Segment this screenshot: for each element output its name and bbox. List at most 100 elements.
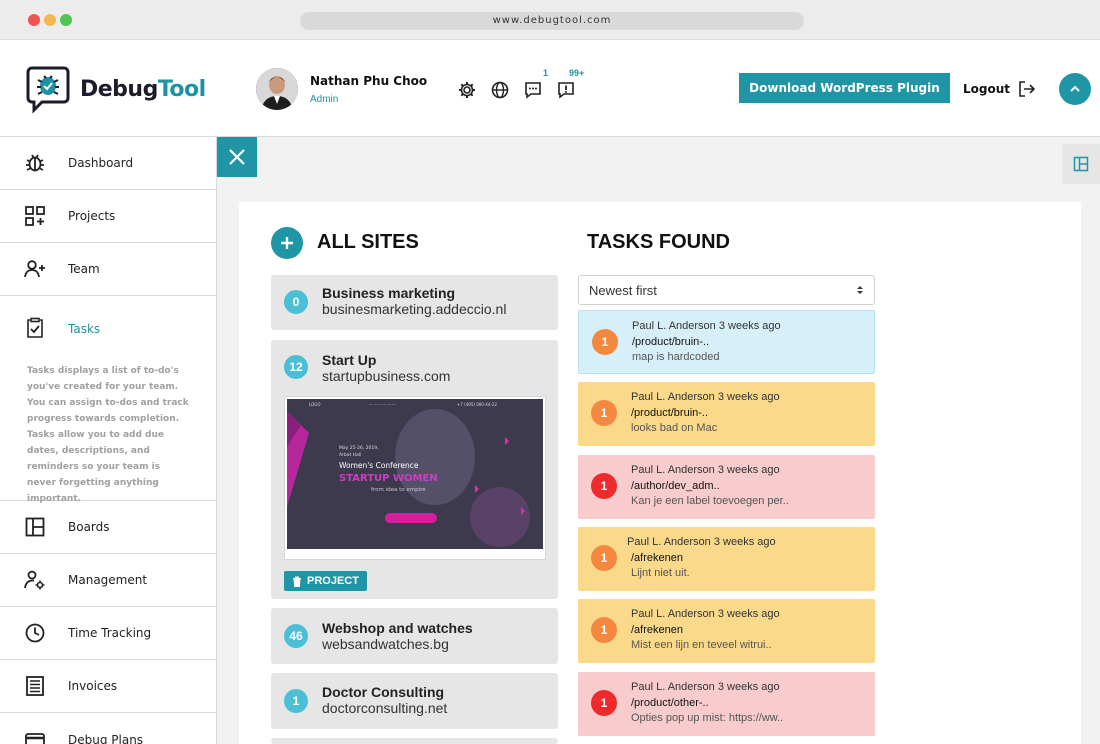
site-task-count: 12	[284, 355, 308, 379]
board-layout-icon	[25, 517, 45, 537]
brand-name: DebugTool	[80, 76, 206, 102]
window-minimize-dot[interactable]	[44, 14, 56, 26]
svg-text:+7 (495) 000-44-22: +7 (495) 000-44-22	[457, 402, 497, 407]
sort-select[interactable]: Newest first	[578, 275, 875, 305]
task-meta: Paul L. Anderson 3 weeks ago	[631, 464, 780, 476]
task-meta: Paul L. Anderson 3 weeks ago	[631, 608, 780, 620]
site-card[interactable]: 1 Doctor Consulting doctorconsulting.net	[271, 673, 558, 729]
browser-chrome: www.debugtool.com	[0, 0, 1100, 40]
task-card[interactable]: 1 Paul L. Anderson 3 weeks ago /product/…	[578, 672, 875, 736]
task-card[interactable]: 1 Paul L. Anderson 3 weeks ago /author/d…	[578, 455, 875, 519]
site-url: websandwatches.bg	[322, 636, 449, 652]
sidebar-item-time-tracking[interactable]: Time Tracking	[0, 607, 216, 660]
debugtool-logo-icon	[26, 66, 70, 114]
user-gear-icon	[24, 570, 45, 590]
task-path: /product/bruin-..	[632, 336, 710, 348]
sidebar-item-invoices[interactable]: Invoices	[0, 660, 216, 713]
svg-text:May 25-26, 2019,: May 25-26, 2019,	[339, 445, 379, 451]
globe-icon[interactable]	[490, 80, 510, 100]
site-task-count: 0	[284, 290, 308, 314]
close-icon	[229, 149, 245, 165]
close-panel-button[interactable]	[217, 137, 257, 177]
site-name: Business marketing	[322, 285, 456, 301]
sidebar-item-debug-plans[interactable]: Debug Plans	[0, 713, 216, 744]
task-card[interactable]: 1 Paul L. Anderson 3 weeks ago /afrekene…	[578, 599, 875, 663]
svg-text:── ── ── ── ── ──: ── ── ── ── ── ──	[368, 403, 396, 407]
site-card[interactable]: 0 Business marketing businesmarketing.ad…	[271, 275, 558, 330]
sidebar-item-management[interactable]: Management	[0, 554, 216, 607]
add-site-button[interactable]	[271, 227, 303, 259]
logout-button[interactable]: Logout	[963, 81, 1036, 97]
task-number-badge: 1	[591, 473, 617, 499]
task-meta: Paul L. Anderson 3 weeks ago	[631, 681, 780, 693]
task-number-badge: 1	[591, 545, 617, 571]
card-icon	[25, 733, 45, 744]
sidebar: Dashboard Projects Team Tasks Tasks disp…	[0, 137, 217, 744]
task-description: Lijnt niet uit.	[631, 567, 690, 579]
window-maximize-dot[interactable]	[60, 14, 72, 26]
site-task-count: 1	[284, 689, 308, 713]
task-path: /product/other-..	[631, 697, 709, 709]
task-description: Opties pop up mist: https://ww..	[631, 712, 784, 724]
layout-toggle-button[interactable]	[1062, 144, 1100, 184]
chat-badge: 1	[543, 68, 549, 78]
site-preview-image[interactable]: LOGO ── ── ── ── ── ── +7 (495) 000-44-2…	[284, 396, 546, 560]
site-name: Webshop and watches	[322, 620, 473, 636]
task-number-badge: 1	[591, 617, 617, 643]
task-card[interactable]: 1 Paul L. Anderson 3 weeks ago /product/…	[578, 382, 875, 446]
notification-icon[interactable]	[556, 80, 576, 100]
brand-logo[interactable]: DebugTool	[26, 64, 206, 114]
app-header: DebugTool Nathan Phu Choo Admin 1 99+ Do…	[0, 40, 1100, 137]
scroll-up-button[interactable]	[1059, 73, 1091, 105]
invoice-icon	[26, 676, 44, 696]
site-card[interactable]: 46 Webshop and watches websandwatches.bg	[271, 608, 558, 664]
task-card[interactable]: 1 Paul L. Anderson 3 weeks ago /product/…	[578, 310, 875, 374]
add-user-icon	[24, 260, 45, 278]
task-card[interactable]: 1 Paul L. Anderson 3 weeks ago /afrekene…	[578, 527, 875, 591]
site-name: Doctor Consulting	[322, 684, 445, 700]
gear-icon[interactable]	[457, 80, 477, 100]
task-description: Kan je een label toevoegen per..	[631, 495, 789, 507]
sidebar-item-team[interactable]: Team	[0, 243, 216, 296]
task-meta: Paul L. Anderson 3 weeks ago	[627, 536, 776, 548]
task-path: /author/dev_adm..	[631, 480, 720, 492]
svg-text:Arbat Hall: Arbat Hall	[339, 452, 361, 458]
task-description: map is hardcoded	[632, 351, 720, 363]
project-tag-button[interactable]: PROJECT	[284, 571, 367, 591]
trash-icon	[293, 576, 301, 587]
layout-icon	[1073, 156, 1089, 172]
download-plugin-button[interactable]: Download WordPress Plugin	[739, 73, 950, 103]
user-role: Admin	[310, 93, 339, 105]
task-description: Mist een lijn en teveel witrui..	[631, 639, 772, 651]
tasks-found-title: TASKS FOUND	[587, 231, 730, 253]
logout-icon	[1019, 81, 1036, 97]
site-url: startupbusiness.com	[322, 368, 451, 384]
sidebar-item-dashboard[interactable]: Dashboard	[0, 137, 216, 190]
tasks-description: Tasks displays a list of to-do's you've …	[27, 366, 189, 504]
address-bar[interactable]: www.debugtool.com	[300, 12, 804, 30]
site-card[interactable]	[271, 738, 558, 744]
sidebar-item-boards[interactable]: Boards	[0, 501, 216, 554]
svg-text:LOGO: LOGO	[309, 402, 320, 407]
window-close-dot[interactable]	[28, 14, 40, 26]
site-url: businesmarketing.addeccio.nl	[322, 301, 507, 317]
svg-text:Women's Conference: Women's Conference	[339, 461, 419, 470]
site-preview-graphic: LOGO ── ── ── ── ── ── +7 (495) 000-44-2…	[287, 399, 543, 557]
site-card[interactable]: 12 Start Up startupbusiness.com LOGO ── …	[271, 340, 558, 599]
task-number-badge: 1	[592, 329, 618, 355]
sidebar-item-projects[interactable]: Projects	[0, 190, 216, 243]
user-profile[interactable]: Nathan Phu Choo Admin	[256, 68, 427, 110]
site-name: Start Up	[322, 352, 377, 368]
task-path: /product/bruin-..	[631, 407, 709, 419]
svg-text:STARTUP WOMEN: STARTUP WOMEN	[339, 473, 438, 484]
notifications-badge: 99+	[569, 68, 585, 78]
projects-grid-icon	[25, 206, 45, 226]
select-arrows-icon	[857, 286, 863, 294]
site-url: doctorconsulting.net	[322, 700, 448, 716]
chat-icon[interactable]	[523, 80, 543, 100]
logout-label: Logout	[963, 82, 1011, 96]
svg-text:from idea to empire: from idea to empire	[371, 487, 426, 493]
plus-icon	[281, 237, 293, 249]
all-sites-title: ALL SITES	[317, 231, 419, 253]
task-path: /afrekenen	[631, 624, 683, 636]
